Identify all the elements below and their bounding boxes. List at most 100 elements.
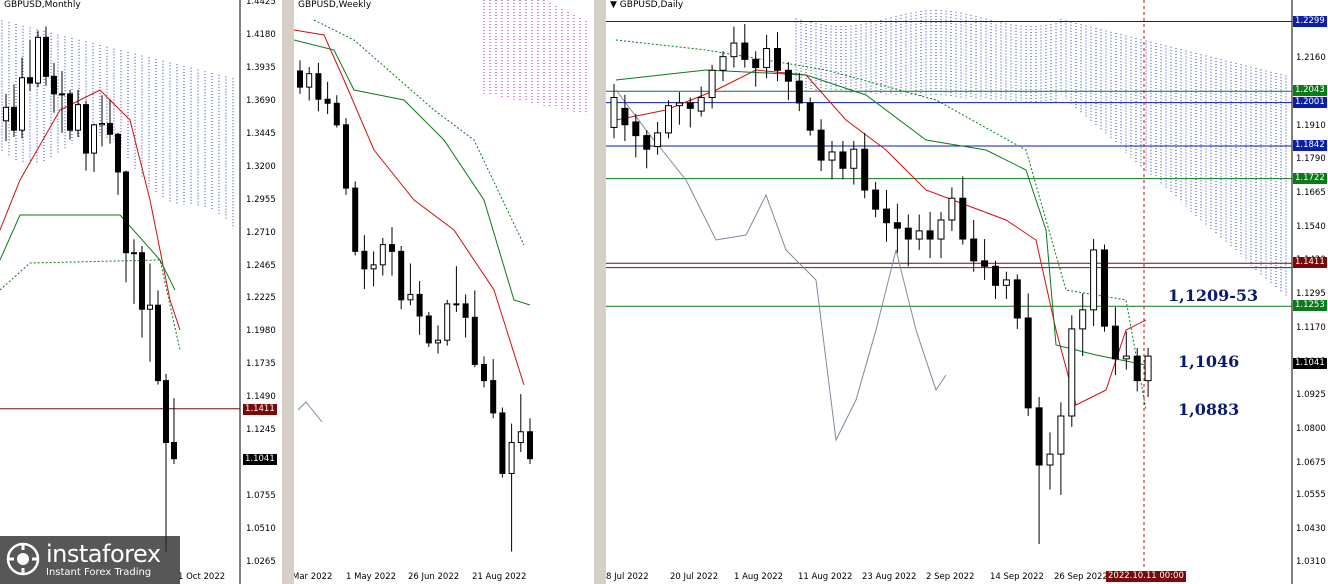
price-tick-label: 1.2465 [246,260,276,271]
level-price-tag: 1.1411 [1293,257,1327,269]
bullish-candle [654,132,662,147]
bearish-candle [163,380,169,444]
bullish-candle [407,293,414,301]
price-tick-label: 1.1295 [1296,288,1326,299]
bearish-candle [1013,279,1021,319]
bullish-candle [1002,279,1010,286]
price-tick-label: 1.1790 [1296,154,1326,165]
bearish-candle [343,124,349,189]
bullish-candle [1057,415,1065,455]
bearish-candle [352,187,359,252]
instaforex-logo: instaforex Instant Forex Trading [0,536,180,584]
panel-separator[interactable] [282,0,294,584]
bullish-candle [370,264,377,270]
bullish-candle [730,42,738,58]
level-price-tag: 1.2001 [1293,96,1327,108]
price-tick-label: 1.3200 [246,161,276,172]
level-price-tag: 1.2299 [1293,15,1327,27]
bullish-candle [435,339,441,344]
bullish-candle [91,124,97,154]
bearish-candle [752,58,760,69]
bearish-candle [839,151,847,169]
price-tick-label: 1.0310 [1296,557,1326,567]
bullish-candle [147,304,153,310]
annotation-pivot: 1,1046 [1178,352,1240,371]
daily-chart-title: ▼ GBPUSD,Daily [610,0,683,10]
bearish-candle [774,48,781,71]
price-tick-label: 1.1490 [246,392,276,403]
bearish-candle [11,106,17,131]
bearish-candle [1035,407,1043,466]
daily-chart-title-text: GBPUSD,Daily [619,0,684,10]
weekly-chart-panel[interactable]: GBPUSD,Weekly Mar 2022 1 May 2022 26 Jun… [294,0,594,584]
bearish-candle [425,315,432,344]
bearish-candle [471,316,478,365]
bearish-candle [883,208,890,224]
collapse-arrow-icon[interactable]: ▼ [610,0,617,10]
bearish-candle [926,230,934,240]
daily-chart-panel[interactable]: ▼ GBPUSD,Daily 1.22901.21601.20351.19101… [606,0,1328,584]
bearish-candle [389,244,395,252]
weekly-chart-title: GBPUSD,Weekly [298,0,372,10]
monthly-chart-panel[interactable]: GBPUSD,Monthly 1.4425 1.4180 1.3935 1.3690 1… [0,0,282,584]
bullish-candle [828,151,836,161]
bullish-candle [59,93,65,96]
bearish-candle [621,107,629,126]
bearish-candle [27,77,33,84]
price-tick-label: 1.2955 [246,194,276,205]
daily-x-label: 2 Sep 2022 [926,572,975,582]
monthly-x-label: 1 Oct 2022 [178,572,226,582]
kijun-line [0,214,176,291]
bullish-candle [517,431,524,444]
kijun-line [615,69,1147,366]
price-tick-label: 1.4425 [246,0,276,7]
bearish-candle [416,293,423,317]
monthly-price-tag: 1.1041 [243,454,277,465]
instaforex-mark-icon [6,542,40,576]
bearish-candle [43,36,49,77]
weekly-x-label: 21 Aug 2022 [472,572,527,582]
weekly-chart-canvas [294,0,587,552]
price-tick-label: 1.0755 [246,491,276,502]
bearish-candle [1111,325,1119,360]
bearish-candle [297,70,303,88]
bearish-candle [970,238,978,262]
bullish-candle [1122,355,1130,360]
level-price-tag: 1.1842 [1293,139,1327,151]
bullish-candle [508,442,515,474]
bearish-candle [795,80,803,104]
annotation-resistance: 1,1209-53 [1168,286,1259,305]
monthly-chart-canvas [0,0,241,584]
price-tick-label: 1.4180 [246,29,276,40]
bullish-candle [610,97,618,128]
bearish-candle [171,442,177,460]
weekly-x-label: Mar 2022 [294,572,333,582]
bullish-candle [708,69,716,98]
bearish-candle [324,98,331,104]
panel-separator[interactable] [594,0,606,584]
bearish-candle [139,252,145,310]
level-price-tag: 1.2043 [1293,85,1327,97]
price-tick-label: 1.1735 [246,359,276,370]
bearish-candle [490,380,497,414]
bearish-candle [115,133,121,173]
bullish-candle [763,48,771,69]
bearish-candle [107,122,113,135]
bearish-candle [462,303,469,318]
price-tick-label: 1.1540 [1296,222,1326,233]
bearish-candle [1101,249,1108,327]
bullish-candle [665,105,672,134]
bearish-candle [333,102,340,126]
bearish-candle [806,102,814,131]
bearish-candle [904,227,912,240]
bearish-candle [959,197,967,240]
weekly-x-label: 26 Jun 2022 [408,572,460,582]
price-tick-label: 1.3445 [246,128,276,139]
bearish-candle [872,189,880,210]
price-tick-label: 1.0430 [1296,524,1326,535]
bullish-candle [99,122,105,126]
daily-x-label: 8 Jul 2022 [606,572,649,582]
price-tick-label: 1.2710 [246,227,276,238]
bullish-candle [1068,328,1076,417]
daily-time-tag: 2022.10.11 00:00 [1106,571,1186,582]
